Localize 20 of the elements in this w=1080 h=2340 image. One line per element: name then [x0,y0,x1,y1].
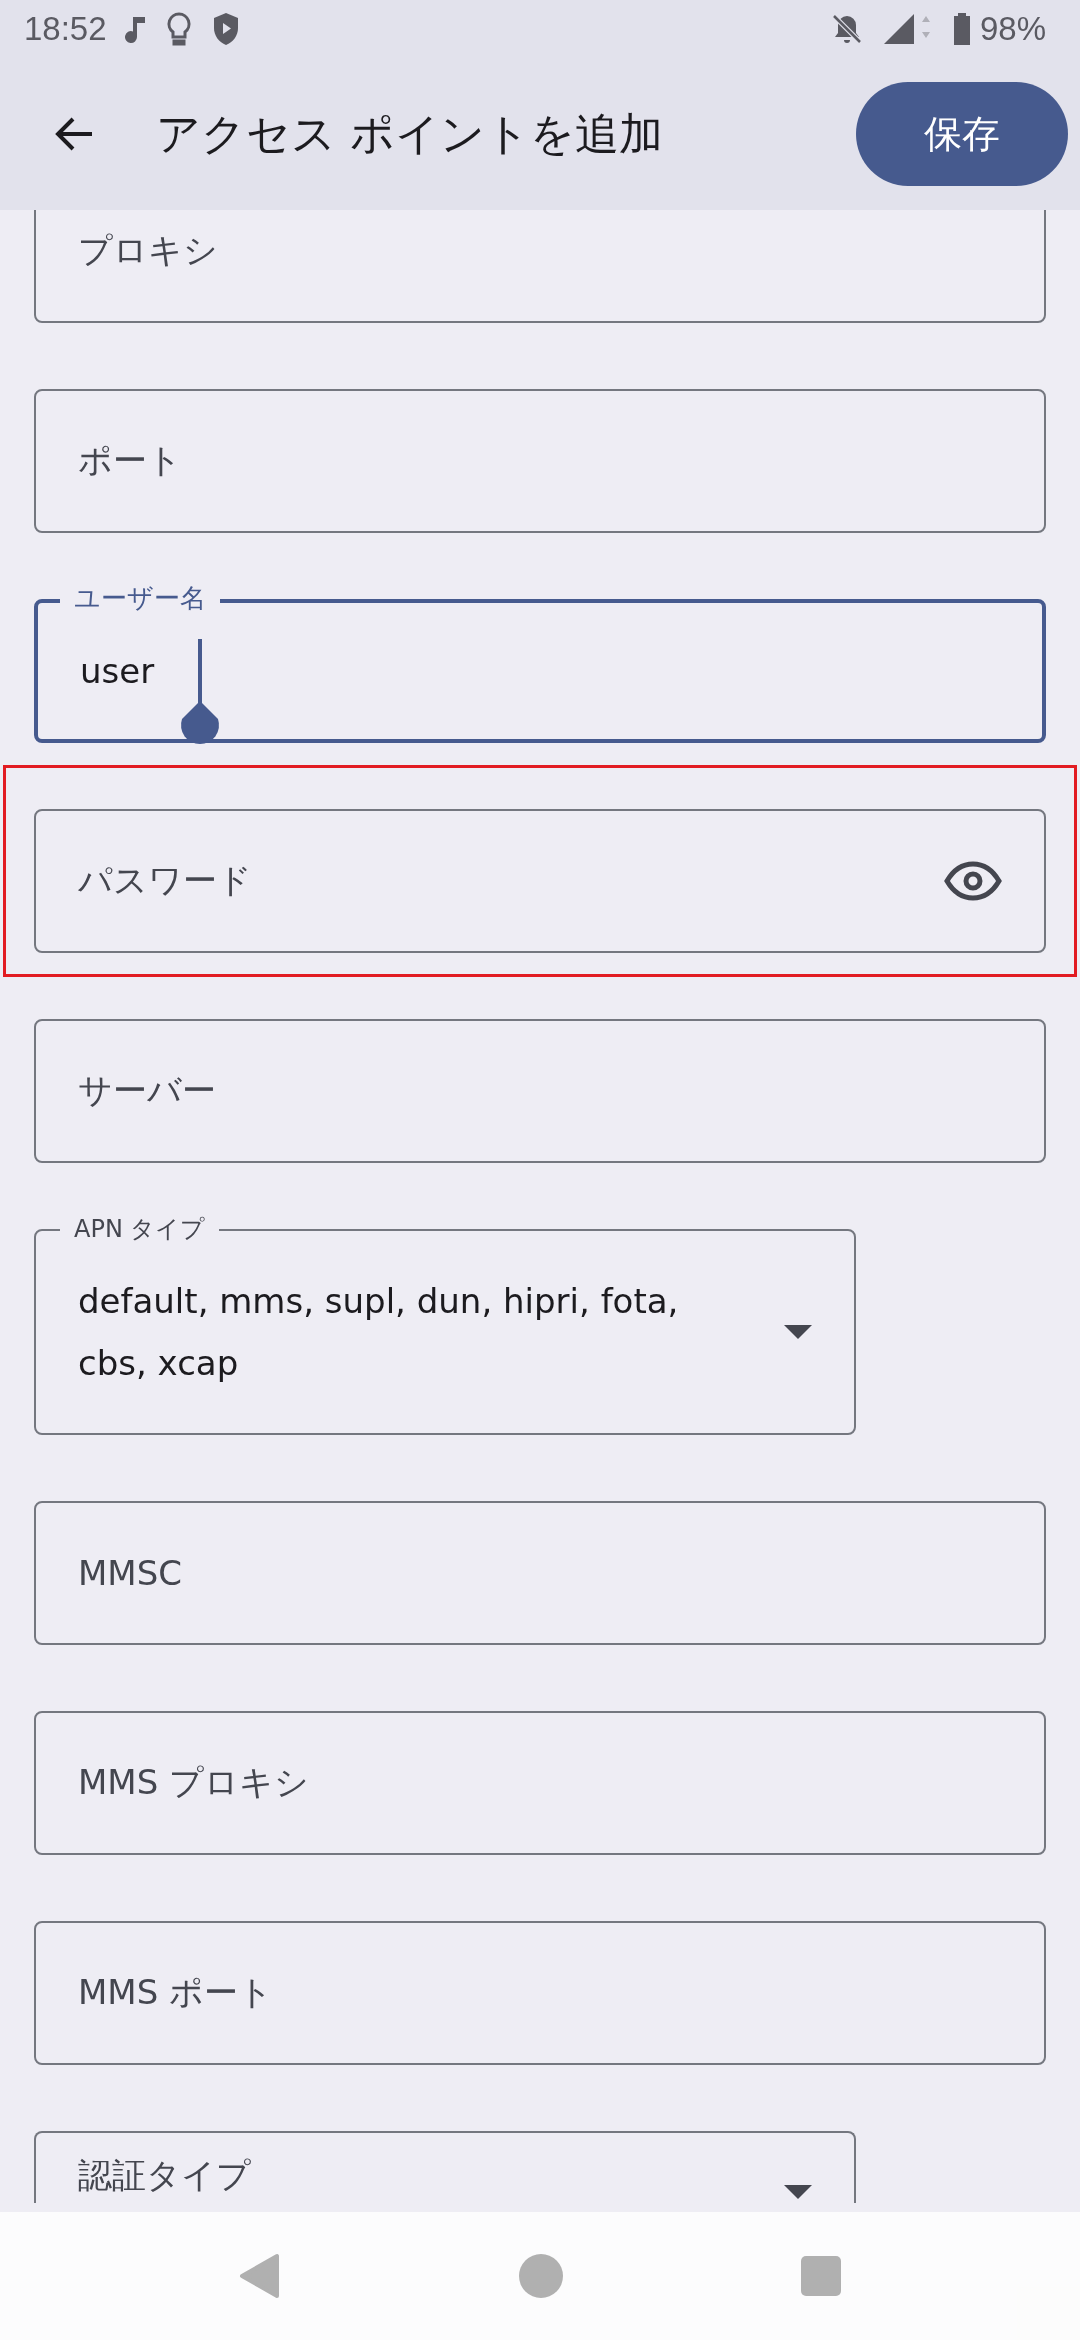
dropdown-caret-icon [784,2185,812,2199]
field-placeholder: MMS ポート [78,1971,275,2014]
battery-icon [951,12,972,46]
input-field[interactable]: プロキシ [34,210,1046,323]
field-placeholder: MMSC [78,1553,183,1593]
field-placeholder: 認証タイプ [78,2154,252,2197]
field-placeholder: ポート [78,439,183,482]
field-value: user [80,650,155,693]
status-time: 18:52 [24,10,107,48]
screen-title: アクセス ポイントを追加 [156,106,664,161]
field-placeholder: MMS プロキシ [78,1761,311,1804]
save-button[interactable]: 保存 [856,82,1068,186]
field-placeholder: サーバー [78,1069,217,1112]
back-arrow-icon[interactable] [54,116,94,152]
eye-icon[interactable] [944,861,1002,901]
dropdown-caret-icon [784,1325,812,1339]
field-placeholder: パスワード [78,859,253,902]
field-value: default, mms, supl, dun, hipri, fota, cbs, xcap [78,1280,680,1385]
field-placeholder: プロキシ [78,229,219,272]
battery-percentage: 98% [979,10,1046,48]
